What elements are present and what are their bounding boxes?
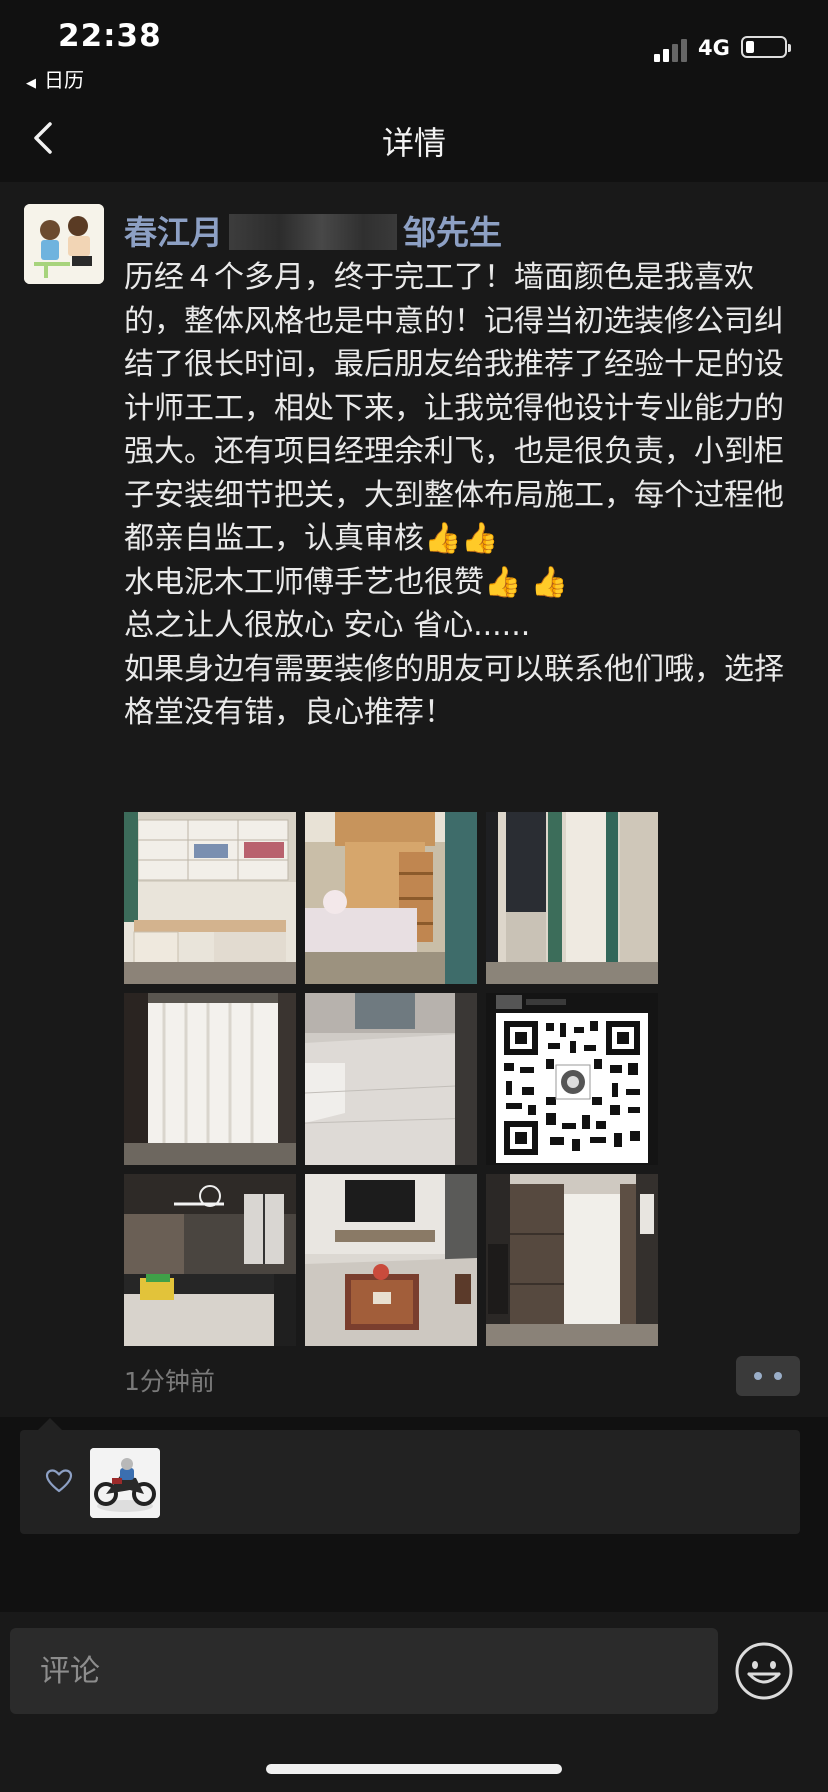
page-title: 详情 bbox=[381, 124, 446, 162]
back-triangle-icon: ◀ bbox=[26, 76, 36, 91]
back-app-label: 日历 bbox=[44, 68, 84, 92]
redacted-name bbox=[229, 214, 397, 250]
home-indicator[interactable] bbox=[266, 1764, 562, 1774]
status-time: 22:38 bbox=[58, 18, 162, 54]
photo-hallway-cabinet[interactable] bbox=[486, 1174, 658, 1346]
photo-empty-room[interactable] bbox=[305, 993, 477, 1165]
photo-qr-code[interactable] bbox=[486, 993, 658, 1165]
heart-outline-icon bbox=[45, 1469, 73, 1493]
likes-panel bbox=[20, 1430, 800, 1534]
post-timestamp: 1分钟前 bbox=[124, 1367, 215, 1396]
photo-living-room[interactable] bbox=[305, 1174, 477, 1346]
back-to-app-link[interactable]: ◀ 日历 bbox=[26, 64, 84, 93]
signal-icon bbox=[654, 38, 690, 62]
author-name[interactable]: 春江月 邹先生 bbox=[124, 206, 502, 254]
author-name-prefix: 春江月 bbox=[124, 213, 223, 252]
liker-avatar[interactable] bbox=[90, 1448, 160, 1518]
photo-white-curtains[interactable] bbox=[124, 993, 296, 1165]
photo-curtain-window[interactable] bbox=[486, 812, 658, 984]
photo-study-desk[interactable] bbox=[124, 812, 296, 984]
battery-icon bbox=[741, 36, 791, 58]
moment-post: 春江月 邹先生 历经４个多月，终于完工了！墙面颜色是我喜欢的，整体风格也是中意的！… bbox=[0, 182, 828, 1417]
likes-caret bbox=[38, 1418, 62, 1430]
more-actions-button[interactable] bbox=[736, 1356, 800, 1396]
emoji-smile-icon[interactable] bbox=[733, 1640, 795, 1702]
network-type: 4G bbox=[698, 36, 730, 60]
post-text: 历经４个多月，终于完工了！墙面颜色是我喜欢的，整体风格也是中意的！记得当初选装修… bbox=[124, 260, 784, 730]
nav-bar: 详情 bbox=[0, 92, 828, 182]
photo-bunk-bed[interactable] bbox=[305, 812, 477, 984]
author-name-suffix: 邹先生 bbox=[403, 213, 502, 252]
comment-input[interactable] bbox=[10, 1628, 718, 1714]
photo-kitchen[interactable] bbox=[124, 1174, 296, 1346]
author-avatar[interactable] bbox=[24, 204, 104, 284]
status-bar: 22:38 ◀ 日历 4G bbox=[0, 0, 828, 92]
